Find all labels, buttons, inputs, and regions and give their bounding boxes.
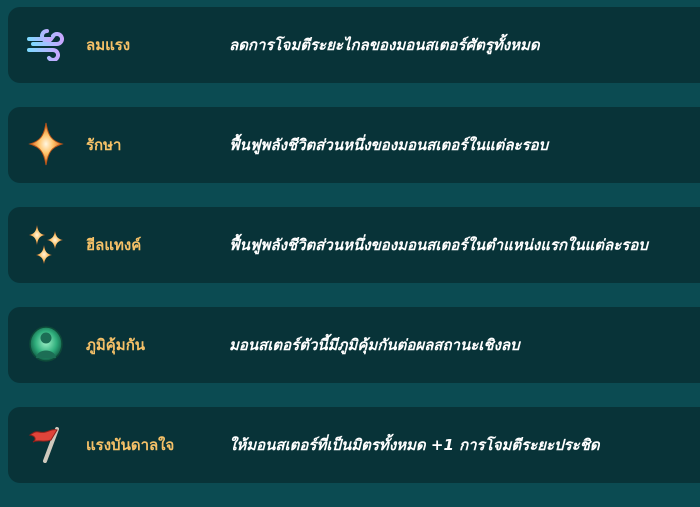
tank-heal-sparkles-icon <box>26 224 66 264</box>
wind-icon <box>26 24 66 64</box>
ability-name: รักษา <box>86 136 122 154</box>
ability-description: มอนสเตอร์ตัวนี้มีภูมิคุ้มกันต่อผลสถานะเช… <box>229 336 520 354</box>
ability-row: ลมแรง ลดการโจมตีระยะไกลของมอนสเตอร์ศัตรู… <box>8 7 700 83</box>
ability-description: ฟื้นฟูพลังชีวิตส่วนหนึ่งของมอนสเตอร์ในตำ… <box>229 236 648 254</box>
ability-row: รักษา ฟื้นฟูพลังชีวิตส่วนหนึ่งของมอนสเตอ… <box>8 107 700 183</box>
ability-row: ภูมิคุ้มกัน มอนสเตอร์ตัวนี้มีภูมิคุ้มกัน… <box>8 307 700 383</box>
ability-description: ลดการโจมตีระยะไกลของมอนสเตอร์ศัตรูทั้งหม… <box>229 36 540 54</box>
ability-row: แรงบันดาลใจ ให้มอนสเตอร์ที่เป็นมิตรทั้งห… <box>8 407 700 483</box>
ability-row: ฮีลแทงค์ ฟื้นฟูพลังชีวิตส่วนหนึ่งของมอนส… <box>8 207 700 283</box>
inspire-flag-icon <box>26 424 66 464</box>
ability-list: ลมแรง ลดการโจมตีระยะไกลของมอนสเตอร์ศัตรู… <box>8 7 700 507</box>
ability-name: ภูมิคุ้มกัน <box>86 336 146 354</box>
immunity-figure-icon <box>26 324 66 364</box>
ability-description: ให้มอนสเตอร์ที่เป็นมิตรทั้งหมด +1 การโจม… <box>229 436 600 454</box>
ability-description: ฟื้นฟูพลังชีวิตส่วนหนึ่งของมอนสเตอร์ในแต… <box>229 136 549 154</box>
ability-name: ฮีลแทงค์ <box>86 236 142 254</box>
heal-sparkle-icon <box>26 122 66 166</box>
ability-name: ลมแรง <box>86 36 131 54</box>
ability-name: แรงบันดาลใจ <box>86 436 175 454</box>
